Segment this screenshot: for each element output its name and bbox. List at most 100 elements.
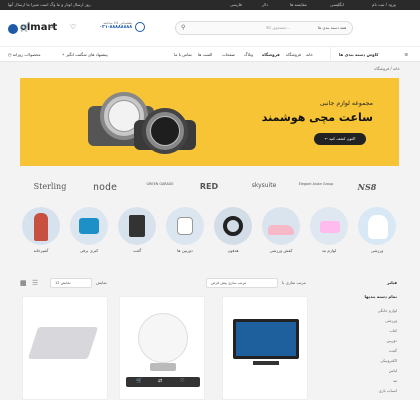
categories-label: کاوش دسته بندی ها bbox=[339, 52, 379, 57]
list-view-icon[interactable]: ☰ bbox=[32, 278, 42, 288]
nav-item-shop-active[interactable]: فروشگاه bbox=[262, 47, 280, 63]
login-link[interactable]: ورود / ثبت نام bbox=[372, 0, 396, 10]
product-card[interactable] bbox=[222, 296, 308, 400]
nav-item-contact[interactable]: تماس با ما bbox=[174, 47, 192, 63]
grid-view-icon[interactable]: ▦ bbox=[20, 278, 30, 288]
brand-logo[interactable]: Sterling bbox=[30, 182, 70, 196]
hero-banner: مجموعه لوازم جانبی ساعت مچی هوشمند ← اکن… bbox=[20, 78, 399, 166]
watch-image-2 bbox=[130, 102, 200, 166]
sort-select[interactable]: مرتب سازی پیش فرض bbox=[206, 278, 278, 288]
show-label: نمایش bbox=[96, 280, 107, 285]
search-icon[interactable]: ⚲ bbox=[181, 24, 185, 31]
english-link[interactable]: انگلیسی bbox=[330, 0, 344, 10]
brand-logo[interactable]: GREEN GARAGE bbox=[140, 182, 180, 196]
category-item[interactable]: هدفون bbox=[211, 207, 255, 253]
sidebar-item[interactable]: دوربین bbox=[387, 338, 397, 343]
breadcrumb[interactable]: خانه / فروشگاه bbox=[374, 66, 400, 71]
nav-item-home[interactable]: خانه bbox=[306, 47, 313, 63]
header: olmart ⚲ جستجوی کالا... همه دسته بندی ها… bbox=[0, 10, 420, 46]
cart-icon: 🛒 bbox=[20, 23, 30, 32]
offers-link[interactable]: ⚡ پیشنهاد های شگفت انگیز bbox=[62, 47, 108, 63]
banner-subtitle: مجموعه لوازم جانبی bbox=[319, 100, 373, 107]
categories-menu-button[interactable]: کاوش دسته بندی ها ☰ bbox=[330, 47, 412, 62]
category-item[interactable]: گجت bbox=[115, 207, 159, 253]
show-value: 12 نمایش bbox=[55, 281, 71, 285]
filter-title: فیلتر bbox=[386, 280, 397, 285]
brand-logo[interactable]: NS8 bbox=[352, 182, 382, 196]
discover-button[interactable]: ← اکنون کشف کنید bbox=[314, 133, 366, 145]
category-label: کفش ورزشی bbox=[269, 248, 293, 253]
recent-label: محصولات روزانه bbox=[12, 52, 41, 57]
lightning-icon: ⚡ bbox=[62, 52, 65, 57]
nav-item-elements[interactable]: المنت ها bbox=[198, 47, 212, 63]
category-label: آشپزخانه bbox=[33, 248, 49, 253]
product-image bbox=[27, 327, 99, 359]
product-card[interactable] bbox=[22, 296, 108, 400]
promo-text: روز ارسال اوتار و ما وگ است شیرا ما ارسا… bbox=[8, 2, 91, 7]
recent-products-link[interactable]: ◷ محصولات روزانه bbox=[8, 47, 41, 63]
top-bar: روز ارسال اوتار و ما وگ است شیرا ما ارسا… bbox=[0, 0, 420, 10]
product-card[interactable]: 🛒 ⇄ ♡ bbox=[119, 296, 205, 400]
category-image bbox=[262, 207, 300, 245]
sidebar-item[interactable]: الکترونیکی bbox=[380, 358, 397, 363]
category-item[interactable]: لوازم مد bbox=[307, 207, 351, 253]
category-label: دوربین ها bbox=[177, 248, 193, 253]
category-label: ورزشی bbox=[370, 248, 384, 253]
brand-logo[interactable]: RED bbox=[194, 182, 224, 196]
heart-icon: ♡ bbox=[69, 23, 77, 31]
category-label: گجت bbox=[132, 248, 142, 253]
brand-logo[interactable]: skysuite bbox=[244, 182, 284, 196]
support-phone: ۰۲۱-۸۸۸۸۸۸۸۸ bbox=[99, 25, 132, 30]
menu-icon: ☰ bbox=[404, 52, 408, 57]
nav-item-shop[interactable]: فروشگاه bbox=[286, 47, 301, 63]
wishlist-button[interactable]: ♡ bbox=[64, 23, 82, 31]
compare-icon[interactable]: ⇄ bbox=[158, 378, 162, 384]
currency-select[interactable]: دلار bbox=[262, 0, 268, 10]
search-bar: ⚲ جستجوی کالا... همه دسته بندی ها bbox=[175, 21, 353, 35]
clock-icon: ◷ bbox=[8, 52, 12, 57]
category-image bbox=[358, 207, 396, 245]
sidebar-item[interactable]: اسباب بازی bbox=[379, 388, 397, 393]
support-block: پشتیبانی 24 ساعته ۰۲۱-۸۸۸۸۸۸۸۸ bbox=[80, 21, 132, 35]
compare-button[interactable]: ⇄ bbox=[40, 23, 62, 31]
sort-label: مرتب سازی با bbox=[282, 280, 306, 285]
category-image bbox=[214, 207, 252, 245]
category-image bbox=[70, 207, 108, 245]
category-item[interactable]: کفش ورزشی bbox=[259, 207, 303, 253]
headset-icon bbox=[135, 22, 145, 32]
sidebar-item[interactable]: مد bbox=[393, 378, 397, 383]
filter-sidebar: فیلتر تمام دسته بندیها لوازم خانگی ورزشی… bbox=[325, 276, 401, 400]
category-image bbox=[166, 207, 204, 245]
category-item[interactable]: ورزشی bbox=[355, 207, 399, 253]
category-item[interactable]: دوربین ها bbox=[163, 207, 207, 253]
product-image bbox=[233, 319, 299, 359]
compare-icon: ⇄ bbox=[48, 23, 54, 31]
cart-icon[interactable]: 🛒 bbox=[136, 378, 142, 384]
search-input[interactable]: جستجوی کالا... bbox=[266, 22, 290, 34]
sidebar-item[interactable]: ورزشی bbox=[385, 318, 397, 323]
sidebar-item[interactable]: گجت bbox=[389, 348, 397, 353]
banner-title: ساعت مچی هوشمند bbox=[261, 111, 373, 124]
sidebar-item[interactable]: کتاب bbox=[389, 328, 397, 333]
nav-item-pages[interactable]: صفحات bbox=[222, 47, 235, 63]
heart-icon[interactable]: ♡ bbox=[180, 378, 184, 384]
brand-logo[interactable]: node bbox=[88, 182, 122, 196]
category-image bbox=[310, 207, 348, 245]
brands-row: NS8 Elegant Asian Group skysuite RED GRE… bbox=[0, 176, 420, 202]
compare-link[interactable]: مقایسه ها bbox=[290, 0, 307, 10]
cart-button[interactable]: 🛒 bbox=[14, 23, 36, 32]
nav-item-blog[interactable]: وبلاگ bbox=[244, 47, 253, 63]
search-category[interactable]: همه دسته بندی ها bbox=[318, 22, 346, 34]
sidebar-item[interactable]: لباس bbox=[389, 368, 397, 373]
lang-select[interactable]: فارسی bbox=[230, 0, 242, 10]
main-nav: ◷ محصولات روزانه ⚡ پیشنهاد های شگفت انگی… bbox=[0, 46, 420, 62]
brand-logo[interactable]: Elegant Asian Group bbox=[294, 182, 338, 196]
category-item[interactable]: کتری برقی bbox=[67, 207, 111, 253]
category-label: هدفون bbox=[227, 248, 239, 253]
sidebar-item[interactable]: لوازم خانگی bbox=[378, 308, 397, 313]
categories-title: تمام دسته بندیها bbox=[364, 294, 397, 299]
offers-label: پیشنهاد های شگفت انگیز bbox=[66, 52, 108, 57]
show-select[interactable]: 12 نمایش bbox=[50, 278, 92, 288]
shop-toolbar: ▦ ☰ 12 نمایش نمایش مرتب سازی پیش فرض مرت… bbox=[20, 276, 310, 290]
category-item[interactable]: آشپزخانه bbox=[19, 207, 63, 253]
